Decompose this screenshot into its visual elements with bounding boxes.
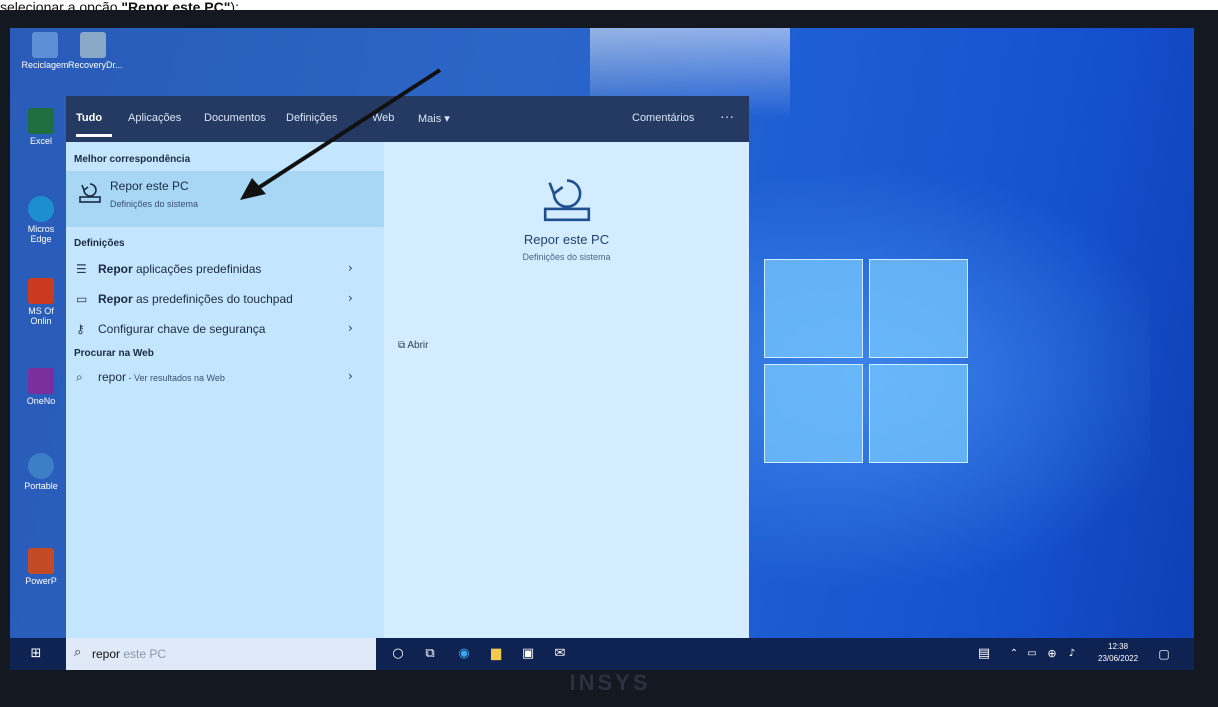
result-item-reset-apps[interactable]: ☰ Repor aplicações predefinidas › (66, 256, 384, 282)
monitor-brand-logo: INSYS (569, 670, 651, 695)
results-column: Melhor correspondência Repor este PC Def… (66, 142, 384, 660)
desktop-icon-onenote[interactable]: OneNo (18, 368, 64, 406)
tab-all[interactable]: Tudo (76, 112, 102, 124)
annotation-arrow (240, 68, 442, 200)
result-item-label: Repor aplicações predefinidas (98, 262, 262, 276)
edge-taskbar-icon[interactable]: ◉ (456, 646, 472, 662)
search-icon: ⌕ (76, 370, 83, 384)
desktop-icon-portable[interactable]: Portable (18, 453, 64, 491)
key-icon: ⚷ (76, 322, 85, 336)
store-icon[interactable]: ▣ (520, 646, 536, 662)
best-match-header: Melhor correspondência (74, 154, 191, 165)
desktop-icon-recovery-drive[interactable]: RecoveryDr... (68, 32, 123, 70)
feedback-link[interactable]: Comentários (632, 112, 694, 124)
recycle-bin-icon (32, 32, 58, 58)
network-icon[interactable]: ⊕ (1044, 646, 1060, 662)
desktop-icon-label: Micros Edge (27, 224, 55, 244)
portable-icon (28, 453, 54, 479)
preview-subtitle: Definições do sistema (522, 252, 611, 262)
battery-icon[interactable]: ▭ (1024, 646, 1040, 662)
web-search-label: repor - Ver resultados na Web (98, 370, 225, 384)
clock-time: 12:38 (1108, 642, 1129, 651)
chevron-right-icon: › (348, 369, 353, 383)
desktop-icon-label: Excel (29, 136, 52, 146)
preview-pane: Repor este PC Definições do sistema ⧉ Ab… (384, 142, 749, 660)
excel-icon (28, 108, 54, 134)
result-item-label: Configurar chave de segurança (98, 322, 266, 336)
taskbar-search-text: repor este PC (92, 647, 167, 661)
desktop-icon-edge[interactable]: Micros Edge (18, 196, 64, 244)
more-options-icon[interactable]: ··· (720, 108, 734, 124)
result-item-security-key[interactable]: ⚷ Configurar chave de segurança › (66, 316, 384, 342)
settings-header: Definições (74, 238, 125, 249)
open-label: Abrir (407, 340, 429, 351)
desktop-icon-excel[interactable]: Excel (18, 108, 64, 146)
result-item-reset-touchpad[interactable]: ▭ Repor as predefinições do touchpad › (66, 286, 384, 312)
taskbar-search-box[interactable]: ⌕ repor este PC (66, 638, 376, 670)
preview-title: Repor este PC (523, 232, 610, 247)
desktop-icon-label: RecoveryDr... (68, 60, 123, 70)
desktop-icon-label: MS Of Onlin (28, 306, 54, 326)
edge-icon (28, 196, 54, 222)
volume-icon[interactable]: ♪ (1064, 646, 1080, 662)
windows-logo-wallpaper (764, 259, 970, 467)
result-item-label: Repor as predefinições do touchpad (98, 292, 293, 306)
chevron-right-icon: › (348, 261, 353, 275)
reset-pc-icon (79, 183, 101, 203)
office-icon (28, 278, 54, 304)
taskbar-clock[interactable]: 12:38 23/06/2022 (1098, 641, 1138, 665)
best-match-subtitle: Definições do sistema (110, 199, 199, 209)
desktop-icon-recycle-bin[interactable]: Reciclagem (20, 32, 70, 70)
recovery-drive-icon (80, 32, 106, 58)
clock-date: 23/06/2022 (1098, 654, 1139, 663)
desktop-screen: Reciclagem RecoveryDr... Excel Micros Ed… (10, 28, 1194, 670)
open-action[interactable]: ⧉ Abrir (398, 340, 429, 351)
desktop-icon-powerpoint[interactable]: PowerP (18, 548, 64, 586)
search-icon: ⌕ (74, 645, 82, 660)
reset-pc-large-icon (543, 179, 591, 222)
onenote-icon (28, 368, 54, 394)
mail-icon[interactable]: ✉ (552, 646, 568, 662)
web-search-item[interactable]: ⌕ repor - Ver resultados na Web › (66, 364, 384, 390)
desktop-icon-office[interactable]: MS Of Onlin (18, 278, 64, 326)
desktop-icon-label: OneNo (26, 396, 56, 406)
desktop-icon-label: Reciclagem (21, 60, 69, 70)
cortana-icon[interactable]: ○ (390, 646, 406, 662)
touchpad-icon: ▭ (76, 292, 88, 306)
list-icon: ☰ (76, 262, 87, 276)
chevron-right-icon: › (348, 321, 353, 335)
desktop-icon-label: PowerP (25, 576, 57, 586)
web-search-header: Procurar na Web (74, 348, 154, 359)
chevron-right-icon: › (348, 291, 353, 305)
monitor-frame: Reciclagem RecoveryDr... Excel Micros Ed… (0, 10, 1218, 707)
file-explorer-icon[interactable]: ▆ (488, 646, 504, 662)
show-hidden-icons-icon[interactable]: ⌃ (1006, 646, 1022, 662)
open-icon: ⧉ (398, 340, 406, 351)
task-view-icon[interactable]: ⧉ (422, 646, 438, 662)
windows-start-icon[interactable]: ⊞ (28, 646, 44, 662)
notification-icon[interactable]: ▢ (1156, 646, 1172, 662)
desktop-icon-label: Portable (24, 481, 58, 491)
news-widget-icon[interactable]: ▤ (976, 646, 992, 662)
powerpoint-icon (28, 548, 54, 574)
active-tab-indicator (76, 134, 112, 137)
tab-apps[interactable]: Aplicações (128, 112, 181, 124)
best-match-title: Repor este PC (110, 179, 189, 193)
taskbar: ⊞ ⌕ repor este PC ○ ⧉ ◉ ▆ ▣ ✉ ▤ ⌃ ▭ ⊕ ♪ … (10, 638, 1194, 670)
